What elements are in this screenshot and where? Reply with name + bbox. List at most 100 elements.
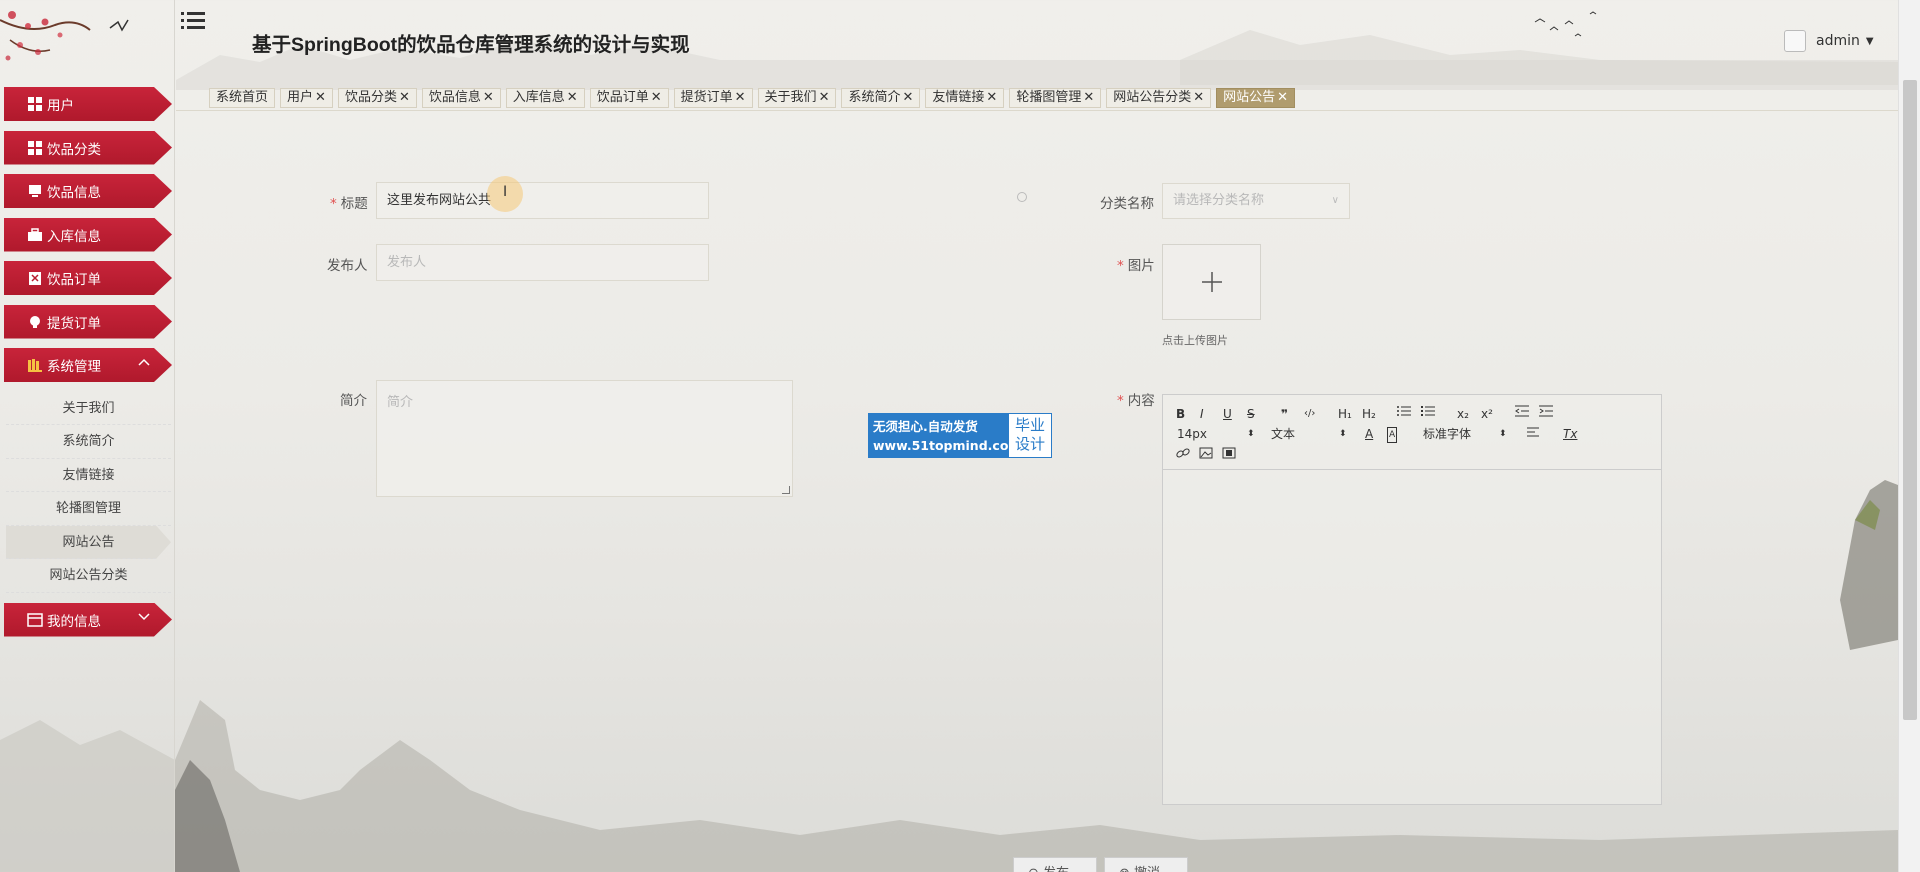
ordered-list-icon[interactable]: [1397, 405, 1411, 420]
chevron-down-icon: [138, 611, 150, 624]
tab-bar: 系统首页 用户 ✕ 饮品分类 ✕ 饮品信息 ✕ 入库信息 ✕ 饮品订单 ✕ 提货订单 ✕ 关…: [209, 88, 1300, 108]
tab-users[interactable]: 用户 ✕: [280, 88, 333, 108]
underline-button[interactable]: U: [1223, 407, 1232, 421]
system-submenu: 关于我们 系统简介 友情链接 轮播图管理 网站公告 网站公告分类: [0, 392, 175, 593]
image-upload-button[interactable]: [1162, 244, 1261, 320]
summary-placeholder: 简介: [387, 395, 414, 410]
image-icon[interactable]: [1199, 447, 1213, 462]
font-size-select[interactable]: 14px ⬍: [1177, 427, 1255, 441]
sidebar-item-drink-info[interactable]: 饮品信息: [4, 174, 172, 208]
tab-label: 饮品订单: [596, 90, 649, 105]
user-menu[interactable]: admin ▼: [1784, 30, 1874, 52]
video-icon[interactable]: [1222, 447, 1236, 462]
h2-button[interactable]: H₂: [1362, 407, 1376, 421]
tab-label: 饮品分类: [344, 90, 397, 105]
indent-icon[interactable]: [1539, 405, 1553, 420]
clear-format-button[interactable]: Tx: [1563, 427, 1577, 441]
rich-text-editor[interactable]: B I U S ❞ ‹/› H₁ H₂ x₂ x² 14px ⬍ 文本 ⬍ A A …: [1162, 394, 1662, 805]
tab-about-us[interactable]: 关于我们 ✕: [757, 88, 837, 108]
tab-carousel[interactable]: 轮播图管理 ✕: [1009, 88, 1102, 108]
link-icon[interactable]: [1176, 447, 1190, 462]
submenu-item-friend-links[interactable]: 友情链接: [6, 459, 171, 492]
tab-label: 用户: [287, 90, 314, 105]
tab-site-notice-category[interactable]: 网站公告分类 ✕: [1106, 88, 1212, 108]
watermark-badge: 无须担心.自动发货 www.51topmind.com 毕业 设计: [868, 413, 1052, 458]
font-color-icon[interactable]: A: [1365, 427, 1373, 441]
submenu-item-system-intro[interactable]: 系统简介: [6, 425, 171, 459]
tab-stock-in[interactable]: 入库信息 ✕: [505, 88, 585, 108]
briefcase-icon: [26, 226, 43, 243]
title-input[interactable]: 这里发布网站公共: [376, 182, 709, 219]
clear-icon[interactable]: [1017, 192, 1027, 202]
submenu-item-carousel[interactable]: 轮播图管理: [6, 492, 171, 526]
align-icon[interactable]: [1527, 426, 1541, 441]
category-select[interactable]: 请选择分类名称 ∨: [1162, 183, 1350, 219]
tab-label: 关于我们: [764, 90, 817, 105]
check-circle-icon: ⊙: [1028, 866, 1039, 872]
close-icon[interactable]: ✕: [567, 90, 578, 105]
cancel-button[interactable]: ⊗ 撤消: [1104, 857, 1188, 872]
close-icon[interactable]: ✕: [483, 90, 494, 105]
h1-button[interactable]: H₁: [1338, 407, 1352, 421]
close-icon[interactable]: ✕: [1193, 90, 1204, 105]
publisher-input[interactable]: 发布人: [376, 244, 709, 281]
bullet-list-icon[interactable]: [1421, 405, 1435, 420]
submenu-item-about-us[interactable]: 关于我们: [6, 392, 171, 425]
background-color-icon[interactable]: A: [1387, 427, 1398, 443]
code-button[interactable]: ‹/›: [1304, 407, 1315, 421]
summary-textarea[interactable]: 简介: [376, 380, 793, 497]
font-family-select[interactable]: 标准字体 ⬍: [1423, 427, 1507, 441]
tab-drink-category[interactable]: 饮品分类 ✕: [337, 88, 417, 108]
sidebar-item-drink-category[interactable]: 饮品分类: [4, 130, 172, 165]
sidebar-item-drink-orders[interactable]: 饮品订单: [4, 261, 172, 295]
close-icon[interactable]: ✕: [986, 90, 997, 105]
close-icon[interactable]: ✕: [1277, 90, 1288, 105]
superscript-button[interactable]: x²: [1481, 407, 1493, 421]
resize-handle-icon[interactable]: [782, 486, 790, 494]
sidebar-item-users[interactable]: 用户: [4, 87, 172, 121]
tab-system-intro[interactable]: 系统简介 ✕: [841, 88, 921, 108]
subscript-button[interactable]: x₂: [1457, 407, 1469, 421]
outdent-icon[interactable]: [1515, 405, 1529, 420]
sidebar: 用户 饮品分类 饮品信息 入库信息 饮品订单 提货订单 系统管理 关于我们 系统…: [0, 0, 175, 872]
tab-home[interactable]: 系统首页: [209, 88, 276, 108]
sidebar-item-stock-in[interactable]: 入库信息: [4, 217, 172, 252]
category-label: 分类名称: [1100, 196, 1154, 212]
sidebar-item-system-management[interactable]: 系统管理: [4, 348, 172, 382]
tab-label: 系统简介: [848, 90, 901, 105]
tab-drink-orders[interactable]: 饮品订单 ✕: [589, 88, 669, 108]
tab-pickup-orders[interactable]: 提货订单 ✕: [673, 88, 753, 108]
close-icon[interactable]: ✕: [902, 90, 913, 105]
close-icon[interactable]: ✕: [1083, 90, 1094, 105]
strike-button[interactable]: S: [1247, 407, 1255, 421]
close-icon[interactable]: ✕: [399, 90, 410, 105]
sidebar-item-my-info[interactable]: 我的信息: [4, 602, 172, 637]
tab-label: 网站公告: [1223, 90, 1276, 105]
caret-down-icon: ▼: [1865, 35, 1874, 47]
tab-drink-info[interactable]: 饮品信息 ✕: [421, 88, 501, 108]
close-icon[interactable]: ✕: [819, 90, 830, 105]
sidebar-item-pickup-orders[interactable]: 提货订单: [4, 304, 172, 339]
close-icon[interactable]: ✕: [735, 90, 746, 105]
scrollbar-thumb[interactable]: [1903, 80, 1917, 720]
scrollbar[interactable]: [1898, 0, 1920, 872]
tab-site-notice[interactable]: 网站公告 ✕: [1216, 88, 1296, 108]
italic-button[interactable]: I: [1200, 407, 1204, 421]
tab-divider: [176, 110, 1898, 111]
close-icon[interactable]: ✕: [651, 90, 662, 105]
card-icon: [26, 611, 43, 628]
editor-content-area[interactable]: [1163, 470, 1661, 804]
clipboard-icon: [26, 270, 43, 287]
menu-toggle-icon[interactable]: [181, 11, 205, 31]
sidebar-item-label: 系统管理: [47, 359, 101, 375]
submenu-item-site-notice-category[interactable]: 网站公告分类: [6, 559, 171, 593]
submit-button[interactable]: ⊙ 发布: [1013, 857, 1097, 872]
submenu-item-site-notice[interactable]: 网站公告: [6, 525, 171, 559]
grid-icon: [26, 96, 43, 113]
tab-friend-links[interactable]: 友情链接 ✕: [925, 88, 1005, 108]
close-icon[interactable]: ✕: [315, 90, 326, 105]
blockquote-button[interactable]: ❞: [1281, 407, 1288, 421]
bold-button[interactable]: B: [1176, 407, 1185, 421]
tab-label: 网站公告分类: [1113, 90, 1192, 105]
text-style-select[interactable]: 文本 ⬍: [1271, 427, 1347, 441]
